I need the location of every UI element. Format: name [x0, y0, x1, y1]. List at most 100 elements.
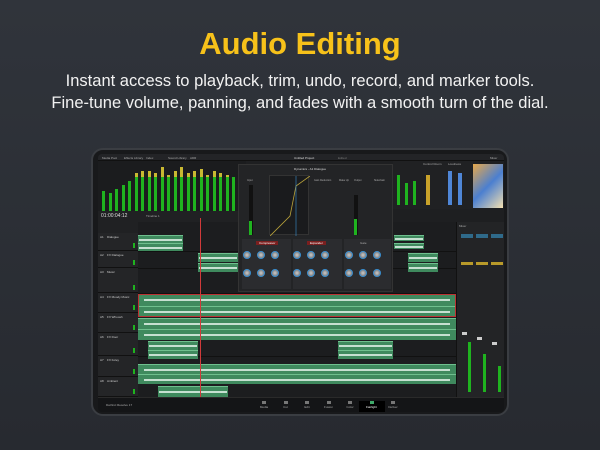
- track-header-2[interactable]: A3 Music: [98, 268, 138, 293]
- parameter-knob[interactable]: [307, 269, 315, 277]
- audio-clip[interactable]: [138, 364, 456, 374]
- audio-clip[interactable]: [148, 341, 198, 350]
- audio-clip[interactable]: [138, 306, 456, 317]
- waveform: [138, 246, 183, 249]
- parameter-knob[interactable]: [345, 251, 353, 259]
- fader-handle[interactable]: [477, 337, 482, 340]
- audio-clip[interactable]: [394, 235, 424, 241]
- channel-meter: [498, 366, 501, 392]
- toolbar-button-4[interactable]: ADR: [190, 156, 196, 160]
- audio-clip[interactable]: [138, 374, 456, 384]
- audio-clip[interactable]: [394, 243, 424, 249]
- audio-clip[interactable]: [338, 341, 393, 350]
- page-icon: [262, 401, 266, 404]
- track-header-5[interactable]: A6 FX Door: [98, 333, 138, 356]
- track-name: FX Dialogue: [107, 253, 124, 257]
- track-name: A7: [100, 358, 104, 362]
- waveform: [394, 246, 424, 248]
- mixer-input[interactable]: [476, 234, 488, 238]
- audio-clip[interactable]: [138, 243, 183, 251]
- parameter-knob[interactable]: [271, 251, 279, 259]
- audio-clip[interactable]: [138, 294, 456, 306]
- audio-clip[interactable]: [408, 253, 438, 262]
- project-title: Untitled Project: [294, 156, 315, 160]
- parameter-knob[interactable]: [373, 269, 381, 277]
- dyn-section-label: Input: [247, 179, 253, 182]
- toolbar-button-2[interactable]: Index: [146, 156, 153, 160]
- track-header-6[interactable]: A7 FX Foley: [98, 356, 138, 377]
- transfer-curve: [269, 175, 311, 237]
- toolbar-button-1[interactable]: Effects Library: [124, 156, 143, 160]
- track-header-1[interactable]: A2 FX Dialogue: [98, 251, 138, 268]
- parameter-knob[interactable]: [257, 251, 265, 259]
- audio-clip[interactable]: [138, 318, 456, 329]
- level-meter: [154, 173, 157, 211]
- parameter-knob[interactable]: [243, 269, 251, 277]
- playhead[interactable]: [200, 218, 201, 397]
- parameter-knob[interactable]: [307, 251, 315, 259]
- parameter-knob[interactable]: [293, 269, 301, 277]
- audio-clip[interactable]: [338, 350, 393, 359]
- audio-clip[interactable]: [198, 263, 238, 272]
- level-meter: [108, 193, 112, 211]
- toolbar-button-0[interactable]: Media Pool: [102, 156, 117, 160]
- compressor-label[interactable]: Compressor: [256, 241, 279, 245]
- mixer-panel: Mixer: [456, 222, 504, 397]
- level-meter: [219, 173, 222, 211]
- audio-clip[interactable]: [138, 235, 183, 243]
- track-header-3[interactable]: A4 FX Moody Music: [98, 293, 138, 313]
- parameter-knob[interactable]: [359, 269, 367, 277]
- parameter-knob[interactable]: [359, 251, 367, 259]
- mixer-toggle[interactable]: Mixer: [490, 156, 497, 160]
- parameter-knob[interactable]: [373, 251, 381, 259]
- peak-indicator: [173, 171, 177, 177]
- mixer-eq[interactable]: [491, 262, 503, 265]
- track-header-4[interactable]: A5 FX Whoosh: [98, 313, 138, 333]
- track-name: A2: [100, 253, 104, 257]
- track-header-7[interactable]: A8 Ambient: [98, 377, 138, 397]
- gate-label[interactable]: Gate: [360, 241, 367, 245]
- top-toolbar: Media Pool Effects Library Index Sound Libr…: [98, 154, 504, 161]
- track-header-0[interactable]: A1 Dialogue: [98, 233, 138, 251]
- parameter-knob[interactable]: [257, 269, 265, 277]
- level-meter: [193, 171, 196, 211]
- audio-clip[interactable]: [138, 329, 456, 340]
- fader-handle[interactable]: [462, 332, 467, 335]
- page-tab-deliver[interactable]: Deliver: [380, 401, 406, 409]
- parameter-knob[interactable]: [321, 251, 329, 259]
- level-meter: [199, 169, 203, 211]
- parameter-knob[interactable]: [271, 269, 279, 277]
- peak-indicator: [225, 175, 229, 177]
- mixer-eq[interactable]: [476, 262, 488, 265]
- meter-bridge: [98, 161, 246, 211]
- waveform: [339, 354, 392, 357]
- page-label: Deliver: [388, 405, 398, 409]
- level-meter: [232, 177, 235, 211]
- waveform: [394, 238, 424, 240]
- audio-clip[interactable]: [198, 253, 238, 262]
- brand-label: DaVinci Resolve 17: [106, 403, 133, 407]
- page-icon: [326, 401, 331, 404]
- audio-clip[interactable]: [148, 350, 198, 359]
- fairlight-screen: Media Pool Effects Library Index Sound Libr…: [98, 154, 504, 412]
- dynamics-panel: Dynamics - A1 Dialogue Input Gain Reducti…: [238, 164, 393, 292]
- fader-handle[interactable]: [492, 342, 497, 345]
- timeline-selector[interactable]: Timeline 1: [146, 214, 160, 218]
- mixer-input[interactable]: [491, 234, 503, 238]
- audio-clip[interactable]: [158, 386, 228, 397]
- peak-indicator: [212, 171, 216, 177]
- toolbar-button-3[interactable]: Sound Library: [168, 156, 187, 160]
- peak-indicator: [141, 171, 144, 177]
- parameter-knob[interactable]: [321, 269, 329, 277]
- page-icon: [391, 401, 395, 404]
- expander-label[interactable]: Expander: [307, 241, 326, 245]
- mixer-eq[interactable]: [461, 262, 473, 265]
- parameter-knob[interactable]: [243, 251, 251, 259]
- parameter-knob[interactable]: [345, 269, 353, 277]
- parameter-knob[interactable]: [293, 251, 301, 259]
- mixer-input[interactable]: [461, 234, 473, 238]
- audio-clip[interactable]: [408, 263, 438, 272]
- waveform: [144, 334, 450, 336]
- level-meter: [141, 171, 144, 211]
- page-title: Audio Editing: [199, 26, 401, 61]
